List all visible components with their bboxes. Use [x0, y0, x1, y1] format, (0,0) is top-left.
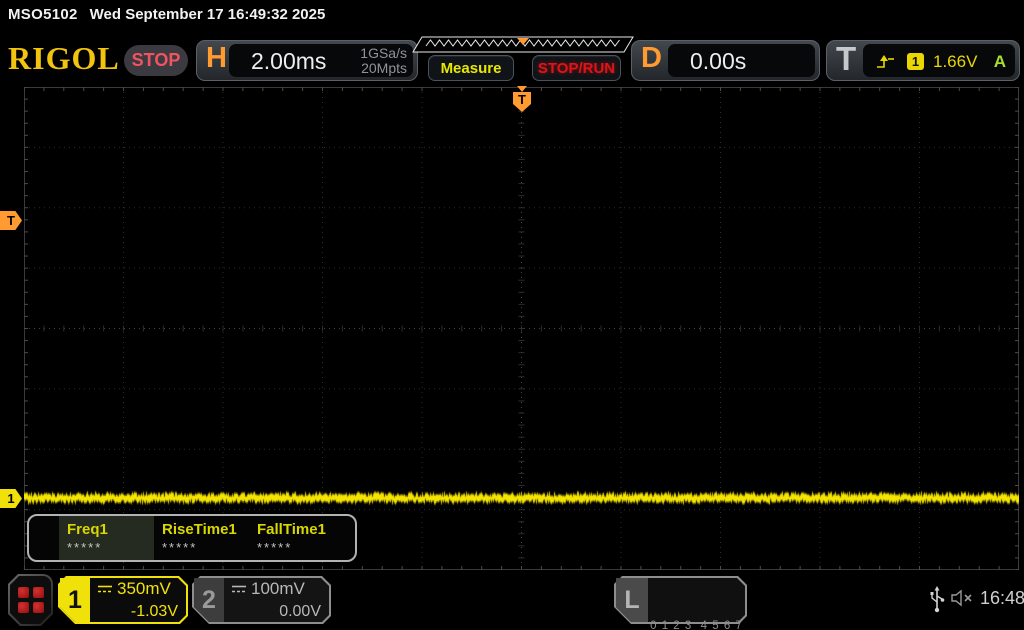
trigger-label: T [836, 40, 857, 77]
horizontal-readout: 2.00ms 1GSa/s 20Mpts [229, 44, 413, 77]
trigger-level-value: 1.66V [933, 52, 978, 71]
dc-coupling-icon [232, 585, 246, 592]
channel1-trace [24, 486, 1019, 510]
measurement-falltime1[interactable]: FallTime1 ***** [249, 516, 344, 560]
sample-rate: 1GSa/s [360, 45, 407, 61]
topbar: MSO5102 Wed September 17 16:49:32 2025 [0, 0, 1024, 30]
memory-depth: 20Mpts [361, 60, 407, 76]
measurement-panel: Freq1 ***** RiseTime1 ***** FallTime1 **… [27, 514, 357, 562]
measurement-freq1[interactable]: Freq1 ***** [59, 516, 154, 560]
trigger-position-marker[interactable]: T [513, 86, 531, 112]
acquisition-status-badge: STOP [124, 45, 188, 76]
datetime: Wed September 17 16:49:32 2025 [89, 6, 326, 23]
trigger-readout: 1 1.66V A [863, 44, 1015, 77]
trigger-source-badge: 1 [907, 53, 924, 70]
trigger-settings-button[interactable]: T 1 1.66V A [826, 40, 1020, 81]
delay-label: D [641, 42, 662, 74]
channel1-offset: -1.03V [130, 603, 178, 620]
memory-bar [412, 36, 634, 53]
model-name: MSO5102 [8, 6, 78, 23]
channel2-scale: 100mV [251, 579, 305, 598]
channel1-number: 1 [60, 578, 90, 622]
oscilloscope-screen: MSO5102 Wed September 17 16:49:32 2025 RI… [0, 0, 1024, 630]
channel2-offset: 0.00V [279, 603, 321, 620]
mute-icon [951, 589, 972, 607]
usb-icon [930, 586, 945, 613]
trigger-position-arrow-icon [517, 86, 527, 92]
delay-value: 0.00s [690, 48, 747, 74]
timebase-value: 2.00ms [251, 48, 327, 74]
trigger-level-marker[interactable]: T [0, 211, 22, 230]
logic-label: L [616, 578, 648, 622]
rigol-logo: RIGOL [8, 40, 120, 76]
dc-coupling-icon [98, 585, 112, 592]
stop-run-button[interactable]: STOP/RUN [532, 55, 621, 81]
trigger-mode: A [993, 52, 1006, 71]
measure-button[interactable]: Measure [428, 55, 514, 81]
channel1-position-marker[interactable]: 1 [0, 489, 22, 508]
menu-grid-icon[interactable] [8, 574, 53, 626]
delay-button[interactable]: D 0.00s [631, 40, 820, 81]
horizontal-label: H [206, 42, 227, 74]
logic-channels-badge[interactable]: L 0 1 2 3 4 5 6 7 8 9 1011 12131415 [614, 576, 747, 630]
channel1-scale: 350mV [117, 579, 171, 598]
logic-row1: 0 1 2 3 4 5 6 7 [650, 620, 743, 630]
rising-edge-icon [877, 55, 894, 68]
delay-readout: 0.00s [668, 44, 815, 77]
channel2-badge[interactable]: 2 100mV 0.00V [192, 576, 331, 624]
channel1-badge[interactable]: 1 350mV -1.03V [58, 576, 188, 624]
channel2-number: 2 [194, 578, 224, 622]
horizontal-settings-button[interactable]: H 2.00ms 1GSa/s 20Mpts [196, 40, 418, 81]
clock: 16:48 [980, 588, 1024, 608]
measurement-risetime1[interactable]: RiseTime1 ***** [154, 516, 249, 560]
